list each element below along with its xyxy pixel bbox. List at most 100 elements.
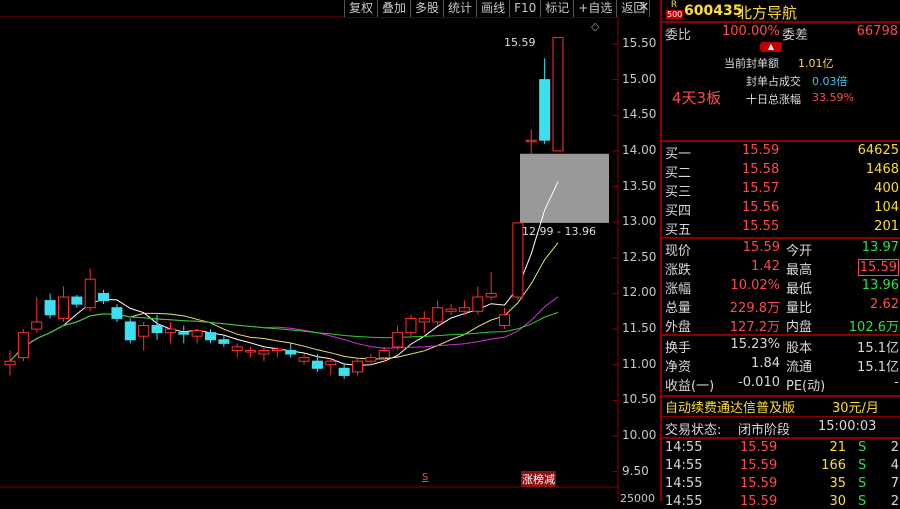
candle-body bbox=[445, 308, 457, 312]
tick-price: 15.59 bbox=[740, 458, 778, 473]
bids-divider bbox=[662, 140, 900, 142]
tick-side: S bbox=[858, 458, 867, 473]
candle-body bbox=[57, 296, 69, 319]
stock-header: R 500 600435 北方导航 bbox=[662, 0, 900, 23]
candle bbox=[258, 346, 270, 362]
multi-stock-button[interactable]: 多股 bbox=[411, 0, 445, 17]
candle-body bbox=[539, 79, 551, 141]
candle-body bbox=[138, 325, 150, 337]
tick-price: 15.59 bbox=[740, 440, 778, 455]
candle-body bbox=[111, 307, 123, 319]
mark-button[interactable]: 标记 bbox=[541, 0, 575, 17]
candle bbox=[499, 307, 511, 330]
candle-body bbox=[98, 292, 110, 302]
bid-price: 15.55 bbox=[742, 219, 780, 234]
candle bbox=[164, 321, 176, 344]
stat-value: 15.59 bbox=[742, 240, 780, 255]
candle bbox=[191, 329, 203, 344]
ad-text[interactable]: 自动续费通达信普及版 bbox=[665, 397, 795, 416]
stat-label: 现价 bbox=[665, 244, 692, 259]
price-axis-label: 11.50 bbox=[622, 321, 657, 336]
stock-name[interactable]: 北方导航 bbox=[737, 2, 797, 23]
add-watchlist-button[interactable]: +自选 bbox=[574, 0, 618, 17]
bid-volume: 201 bbox=[874, 219, 899, 234]
candle-body bbox=[258, 349, 270, 355]
candle-body bbox=[552, 37, 564, 152]
bid-price: 15.56 bbox=[742, 200, 780, 215]
candle bbox=[392, 325, 404, 351]
tick-count: 4 bbox=[890, 458, 899, 473]
diamond-icon[interactable]: ◇ bbox=[591, 20, 599, 33]
r-badge-letter: R bbox=[670, 0, 678, 10]
candle bbox=[31, 297, 43, 333]
stock-code[interactable]: 600435 bbox=[684, 3, 742, 19]
fund-label: 股本 bbox=[786, 341, 813, 356]
statistics-button[interactable]: 统计 bbox=[444, 0, 478, 17]
candle bbox=[285, 343, 297, 358]
candle bbox=[338, 364, 350, 379]
diff-label: 委差 bbox=[782, 28, 809, 43]
price-axis-label: 9.50 bbox=[622, 463, 649, 478]
ma5-line bbox=[9, 181, 559, 366]
stat-label: 外盘 bbox=[665, 320, 692, 335]
candle bbox=[365, 354, 377, 365]
expand-icon[interactable]: ▲ bbox=[760, 42, 782, 52]
tick-time: 14:55 bbox=[665, 458, 703, 473]
bid-label: 买二 bbox=[665, 166, 692, 181]
candle bbox=[231, 343, 243, 358]
diff-value: 66798 bbox=[856, 24, 898, 39]
fund-value: 1.84 bbox=[751, 356, 780, 371]
fund-value: -0.010 bbox=[738, 375, 780, 390]
trade-status-time: 15:00:03 bbox=[818, 419, 877, 434]
price-axis-label: 15.00 bbox=[622, 71, 657, 86]
tick-count: 7 bbox=[890, 476, 899, 491]
kline-chart-area[interactable]: 复权 叠加 多股 统计 画线 F10 标记 +自选 返回 ✕ ◇ 15.50 15… bbox=[0, 0, 660, 505]
tick-price: 15.59 bbox=[740, 476, 778, 491]
kline-chart[interactable] bbox=[0, 0, 660, 501]
tick-volume: 30 bbox=[829, 494, 846, 509]
f10-button[interactable]: F10 bbox=[510, 0, 542, 17]
fund-value: - bbox=[894, 375, 899, 390]
price-axis-label: 11.00 bbox=[622, 356, 657, 371]
bid-label: 买四 bbox=[665, 204, 692, 219]
price-axis-label: 15.50 bbox=[622, 36, 657, 50]
candle bbox=[124, 318, 136, 344]
candle bbox=[178, 325, 190, 344]
tick-time: 14:55 bbox=[665, 476, 703, 491]
candle-body bbox=[245, 349, 257, 353]
ticks-divider bbox=[662, 437, 900, 439]
candle bbox=[445, 304, 457, 315]
gap-zone-rect bbox=[520, 153, 609, 223]
candle-body bbox=[338, 367, 350, 376]
stat-value: 15.59 bbox=[857, 259, 899, 276]
candle bbox=[552, 37, 564, 152]
candle-body bbox=[44, 300, 56, 316]
close-icon[interactable]: ✕ bbox=[630, 0, 658, 17]
moving-averages bbox=[9, 181, 559, 366]
candle bbox=[44, 293, 56, 319]
stat-label: 今开 bbox=[786, 244, 813, 259]
overlay-button[interactable]: 叠加 bbox=[378, 0, 412, 17]
ratio-value: 100.00% bbox=[722, 24, 780, 39]
ad-price[interactable]: 30元/月 bbox=[832, 397, 879, 416]
tick-time: 14:55 bbox=[665, 440, 703, 455]
candle-body bbox=[231, 346, 243, 351]
candle bbox=[98, 289, 110, 305]
stat-value: 10.02% bbox=[730, 278, 780, 293]
bid-volume: 1468 bbox=[865, 162, 899, 177]
candle-body bbox=[31, 321, 43, 330]
candle-body bbox=[472, 296, 484, 312]
s-marker: S bbox=[422, 472, 429, 483]
candle-body bbox=[218, 339, 230, 344]
stat-label: 内盘 bbox=[786, 320, 813, 335]
candle-body bbox=[17, 332, 29, 359]
candle bbox=[71, 294, 83, 308]
fuquan-button[interactable]: 复权 bbox=[345, 0, 379, 17]
draw-line-button[interactable]: 画线 bbox=[477, 0, 511, 17]
bid-label: 买一 bbox=[665, 147, 692, 162]
stat-label: 最低 bbox=[786, 282, 813, 297]
candle bbox=[352, 357, 364, 376]
price-axis-label: 14.00 bbox=[622, 142, 657, 157]
bid-price: 15.58 bbox=[742, 162, 780, 177]
bid-volume: 104 bbox=[874, 200, 899, 215]
